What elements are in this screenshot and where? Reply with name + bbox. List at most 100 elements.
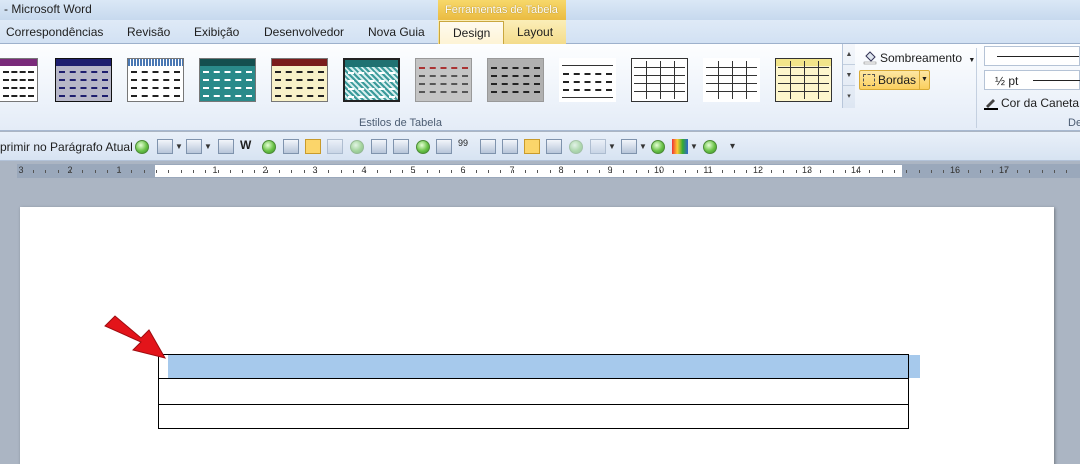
table-style-swatch[interactable]: [0, 58, 38, 102]
ruler-tick: [980, 170, 982, 173]
tab-design[interactable]: Design: [439, 21, 505, 45]
ruler-tick: [857, 170, 859, 173]
tab-desenvolvedor[interactable]: Desenvolvedor: [264, 25, 344, 39]
ruler-right-margin: [902, 165, 1079, 177]
dropdown-caret-icon[interactable]: ▼: [690, 142, 698, 157]
gallery-up-icon[interactable]: ▲: [843, 44, 855, 65]
tab-nova-guia[interactable]: Nova Guia: [368, 25, 425, 39]
quote-icon[interactable]: 99: [458, 138, 474, 153]
dropdown-caret-icon[interactable]: ▼: [175, 142, 183, 157]
ruler-tick: [746, 170, 748, 173]
green-circle-icon[interactable]: [703, 140, 717, 154]
ruler-tick: [598, 170, 600, 173]
ruler-tick: [721, 170, 723, 173]
table-style-swatch[interactable]: [775, 58, 832, 102]
ruler-tick: [106, 170, 108, 173]
tab-exibicao[interactable]: Exibição: [194, 25, 239, 39]
ruler-tick: [328, 170, 330, 173]
table-style-swatch[interactable]: [271, 58, 328, 102]
table-style-swatch[interactable]: [199, 58, 256, 102]
ruler-tick: [217, 170, 219, 173]
copy-icon[interactable]: [283, 139, 299, 154]
ruler-tick: [451, 170, 453, 173]
table-row[interactable]: [158, 404, 909, 429]
green-circle-icon: [569, 140, 583, 154]
ruler-tick: [894, 170, 895, 173]
gallery-scroll[interactable]: ▲ ▼ ▾: [842, 44, 855, 108]
ruler-tick: [635, 170, 637, 173]
ruler-tick: [586, 170, 588, 173]
tab-correspondencias[interactable]: Correspondências: [6, 25, 103, 39]
shapes-icon[interactable]: [157, 139, 173, 154]
ruler-tick: [709, 170, 711, 173]
table-style-swatch[interactable]: [703, 58, 760, 102]
ruler-tick: [156, 170, 157, 173]
table-style-swatch[interactable]: [487, 58, 544, 102]
paint-bucket-icon: [863, 51, 877, 65]
print-paragraph-command[interactable]: primir no Parágrafo Atual: [0, 140, 133, 154]
shading-button[interactable]: Sombreamento ▼: [863, 51, 975, 65]
green-circle-icon[interactable]: [416, 140, 430, 154]
edit-icon[interactable]: [393, 139, 409, 154]
ruler-tick: [992, 170, 994, 173]
line-style-select[interactable]: [984, 46, 1080, 66]
layers-icon[interactable]: [546, 139, 562, 154]
equation-icon[interactable]: [186, 139, 202, 154]
ruler-tick: [291, 170, 293, 173]
toolbar-overflow-icon[interactable]: ▾: [730, 141, 738, 156]
folder-icon[interactable]: [524, 139, 540, 154]
ruler-tick: [623, 170, 625, 173]
ruler-tick: [438, 170, 440, 173]
ruler-tick: [315, 170, 317, 173]
ribbon: ▲ ▼ ▾ Estilos de Tabela Sombreamento ▼ B…: [0, 44, 1080, 131]
line-weight-select[interactable]: ½ pt: [984, 70, 1080, 90]
table-style-swatch[interactable]: [55, 58, 112, 102]
green-circle-icon[interactable]: [135, 140, 149, 154]
ruler-tick: [500, 170, 502, 173]
ruler-tick: [684, 170, 686, 173]
ruler-tick: [525, 170, 526, 173]
green-circle-icon[interactable]: [262, 140, 276, 154]
ruler-tick: [906, 170, 908, 173]
dropdown-caret-icon[interactable]: ▼: [204, 142, 212, 157]
borders-dropdown-icon[interactable]: ▼: [919, 71, 929, 89]
pen-color-button[interactable]: Cor da Caneta: [984, 96, 1079, 110]
gallery-down-icon[interactable]: ▼: [843, 65, 855, 86]
borders-label: Bordas: [878, 73, 917, 87]
table-style-swatch[interactable]: [559, 58, 616, 102]
pencil-icon[interactable]: [502, 139, 518, 154]
tab-layout[interactable]: Layout: [517, 25, 553, 39]
ruler-tick: [242, 170, 244, 173]
borders-button[interactable]: Bordas ▼: [859, 70, 930, 90]
colors-icon[interactable]: [672, 139, 688, 154]
ruler-tick: [930, 170, 932, 173]
ruler-tick: [365, 170, 367, 173]
document-icon[interactable]: [218, 139, 234, 154]
ruler-number: 14: [850, 165, 862, 175]
ruler-tick: [475, 170, 477, 173]
active-tool-icon[interactable]: [305, 139, 321, 154]
ruler-tick: [820, 170, 822, 173]
table-style-swatch[interactable]: [415, 58, 472, 102]
page-icon[interactable]: [621, 139, 637, 154]
ruler-tick: [69, 170, 71, 173]
draw-borders-group-label: De: [1068, 117, 1080, 129]
gallery-more-icon[interactable]: ▾: [843, 86, 855, 107]
table-row[interactable]: [158, 378, 909, 405]
connector-icon[interactable]: [371, 139, 387, 154]
dropdown-caret-icon[interactable]: ▼: [608, 142, 616, 157]
dropdown-caret-icon[interactable]: ▼: [639, 142, 647, 157]
green-circle-icon[interactable]: [651, 140, 665, 154]
table-style-swatch[interactable]: [343, 58, 400, 102]
table-style-swatch[interactable]: [127, 58, 184, 102]
table-row[interactable]: [158, 354, 909, 379]
ruler-tick: [1066, 170, 1068, 173]
red-arrow-annotation-icon: [104, 315, 167, 359]
ruler-left-margin: [18, 165, 155, 177]
word-w-icon[interactable]: W: [240, 138, 256, 153]
horizontal-ruler[interactable]: 3 2 1 1 2 3 4 5 6 7 8 9 10 11 12 13 14 1…: [17, 164, 1080, 178]
list-icon[interactable]: [480, 139, 496, 154]
keyboard-icon[interactable]: [436, 139, 452, 154]
table-style-swatch[interactable]: [631, 58, 688, 102]
tab-revisao[interactable]: Revisão: [127, 25, 170, 39]
